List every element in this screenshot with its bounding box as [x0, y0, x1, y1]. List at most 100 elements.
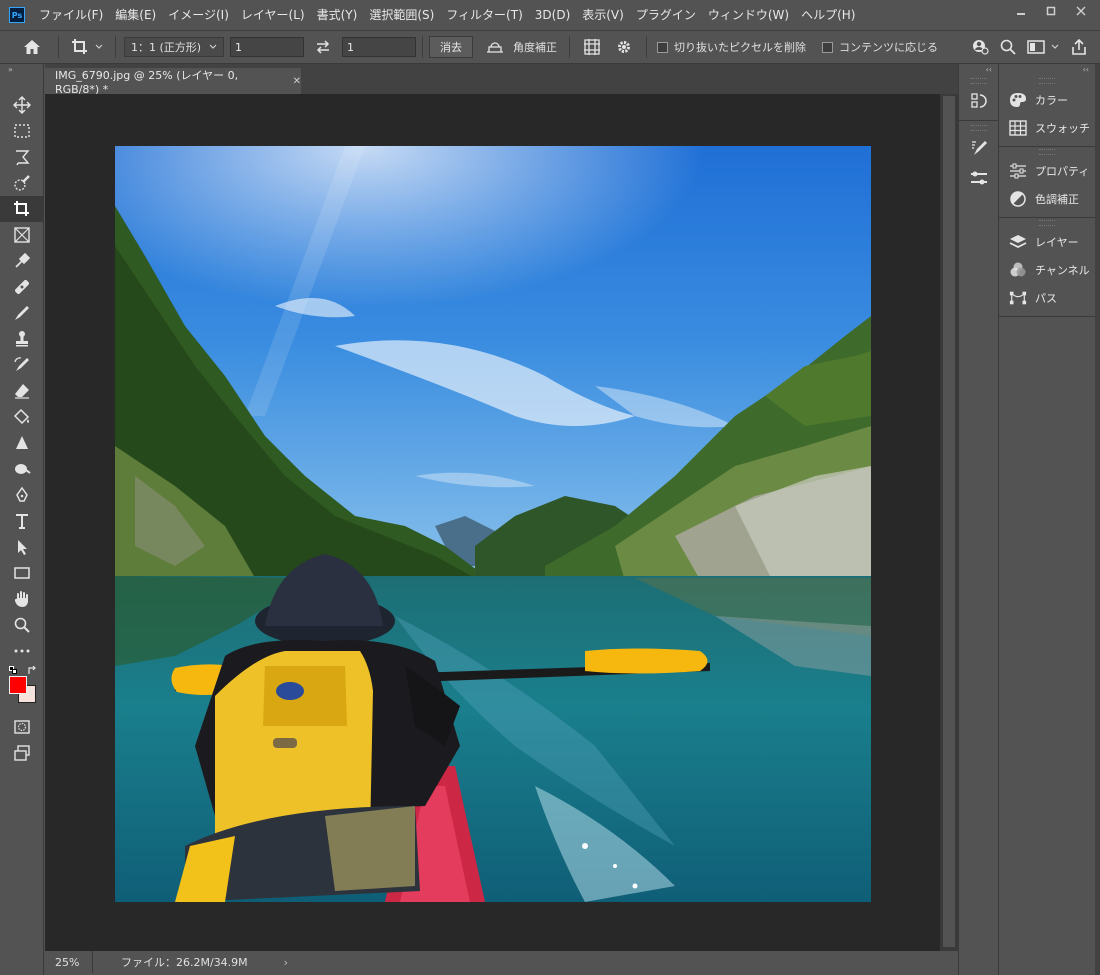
type-tool[interactable] — [0, 508, 44, 534]
brush-settings-button[interactable] — [959, 133, 999, 163]
menu-image[interactable]: イメージ(I) — [162, 0, 235, 30]
close-tab-icon[interactable]: ✕ — [293, 76, 301, 87]
stamp-tool[interactable] — [0, 326, 44, 352]
default-colors-icon[interactable] — [9, 666, 17, 674]
height-input[interactable]: 1 — [342, 37, 416, 57]
crop-tool[interactable] — [0, 196, 44, 222]
search-button[interactable] — [994, 39, 1022, 55]
swap-icon — [316, 40, 330, 54]
hand-tool[interactable] — [0, 586, 44, 612]
panel-adjustments[interactable]: 色調補正 — [999, 185, 1095, 213]
dock-grip[interactable] — [970, 78, 987, 84]
learn-icon — [973, 40, 989, 55]
path-select-tool[interactable] — [0, 534, 44, 560]
eraser-tool[interactable] — [0, 378, 44, 404]
crop-settings-button[interactable] — [608, 39, 640, 55]
share-button[interactable] — [1064, 39, 1094, 55]
panel-paths-label: パス — [1035, 292, 1057, 305]
pen-icon — [16, 486, 28, 502]
toolbar-collapse-icon[interactable]: » — [0, 64, 43, 76]
swap-dimensions-button[interactable] — [304, 40, 342, 54]
menu-help[interactable]: ヘルプ(H) — [795, 0, 861, 30]
dock-grip[interactable] — [1039, 78, 1055, 84]
dock-grip[interactable] — [1039, 220, 1055, 226]
quick-select-tool[interactable] — [0, 170, 44, 196]
dock-grip[interactable] — [970, 125, 987, 131]
minimize-button[interactable] — [1006, 0, 1036, 22]
content-aware-checkbox[interactable]: コンテンツに応じる — [822, 39, 938, 55]
window-controls — [1006, 0, 1096, 22]
restore-button[interactable] — [1036, 0, 1066, 22]
quick-mask-button[interactable] — [0, 714, 44, 740]
dock-grip[interactable] — [1039, 149, 1055, 155]
straighten-label: 角度補正 — [513, 41, 557, 54]
vertical-scrollbar[interactable] — [940, 94, 958, 951]
ellipsis-icon — [14, 649, 30, 653]
menu-select[interactable]: 選択範囲(S) — [363, 0, 440, 30]
chevron-right-icon[interactable]: › — [284, 956, 288, 969]
blur-tool[interactable] — [0, 430, 44, 456]
delete-cropped-label: 切り抜いたピクセルを削除 — [674, 41, 806, 54]
brush-tool[interactable] — [0, 300, 44, 326]
zoom-tool[interactable] — [0, 612, 44, 638]
paint-bucket-tool[interactable] — [0, 404, 44, 430]
history-brush-tool[interactable] — [0, 352, 44, 378]
document-tab[interactable]: IMG_6790.jpg @ 25% (レイヤー 0, RGB/8*) * ✕ — [45, 68, 301, 96]
crop-icon — [14, 201, 29, 216]
screen-mode-button[interactable] — [0, 740, 44, 766]
width-input[interactable]: 1 — [230, 37, 304, 57]
menu-3d[interactable]: 3D(D) — [529, 0, 576, 30]
dock-collapse-icon[interactable]: ‹‹ — [959, 64, 998, 76]
menu-layer[interactable]: レイヤー(L) — [235, 0, 311, 30]
pen-tool[interactable] — [0, 482, 44, 508]
more-tools[interactable] — [0, 638, 44, 664]
zoom-level[interactable]: 25% — [45, 951, 93, 973]
history-panel-button[interactable] — [959, 86, 999, 116]
swap-colors-icon[interactable] — [27, 666, 37, 676]
frame-tool[interactable] — [0, 222, 44, 248]
lasso-tool[interactable] — [0, 144, 44, 170]
dodge-tool[interactable] — [0, 456, 44, 482]
menu-type[interactable]: 書式(Y) — [311, 0, 364, 30]
delete-cropped-checkbox[interactable]: 切り抜いたピクセルを削除 — [657, 39, 806, 55]
search-icon — [1000, 39, 1016, 55]
straighten-button[interactable]: 角度補正 — [485, 39, 557, 55]
dock-collapse-icon[interactable]: ‹‹ — [999, 64, 1095, 76]
restore-icon — [1046, 6, 1056, 16]
marquee-tool[interactable] — [0, 118, 44, 144]
tool-presets-button[interactable] — [959, 163, 999, 193]
separator — [646, 36, 647, 58]
menu-file[interactable]: ファイル(F) — [33, 0, 109, 30]
blur-icon — [16, 436, 28, 449]
scrollbar-thumb[interactable] — [943, 96, 955, 947]
menu-window[interactable]: ウィンドウ(W) — [702, 0, 795, 30]
separator — [58, 36, 59, 58]
panel-paths[interactable]: パス — [999, 284, 1095, 312]
panel-swatches[interactable]: スウォッチ — [999, 114, 1095, 142]
panel-properties[interactable]: プロパティ — [999, 157, 1095, 185]
clear-button[interactable]: 消去 — [429, 36, 473, 58]
foreground-color-swatch[interactable] — [9, 676, 27, 694]
panel-channels[interactable]: チャンネル — [999, 256, 1095, 284]
healing-tool[interactable] — [0, 274, 44, 300]
panel-color[interactable]: カラー — [999, 86, 1095, 114]
separator — [115, 36, 116, 58]
ratio-select[interactable]: 1：1 (正方形) — [124, 37, 224, 57]
eyedropper-tool[interactable] — [0, 248, 44, 274]
rectangle-tool[interactable] — [0, 560, 44, 586]
history-brush-icon — [14, 357, 29, 371]
menu-filter[interactable]: フィルター(T) — [440, 0, 528, 30]
document-image[interactable] — [115, 146, 871, 902]
menu-view[interactable]: 表示(V) — [576, 0, 630, 30]
share-icon — [1072, 39, 1086, 55]
tool-preset-picker[interactable] — [65, 38, 109, 56]
menu-plugins[interactable]: プラグイン — [630, 0, 702, 30]
home-button[interactable] — [12, 39, 52, 55]
workspace-switcher[interactable] — [1022, 40, 1064, 54]
close-button[interactable] — [1066, 0, 1096, 22]
panel-layers[interactable]: レイヤー — [999, 228, 1095, 256]
overlay-options-button[interactable] — [576, 38, 608, 56]
learn-button[interactable] — [966, 39, 994, 55]
move-tool[interactable] — [0, 92, 44, 118]
menu-edit[interactable]: 編集(E) — [109, 0, 162, 30]
